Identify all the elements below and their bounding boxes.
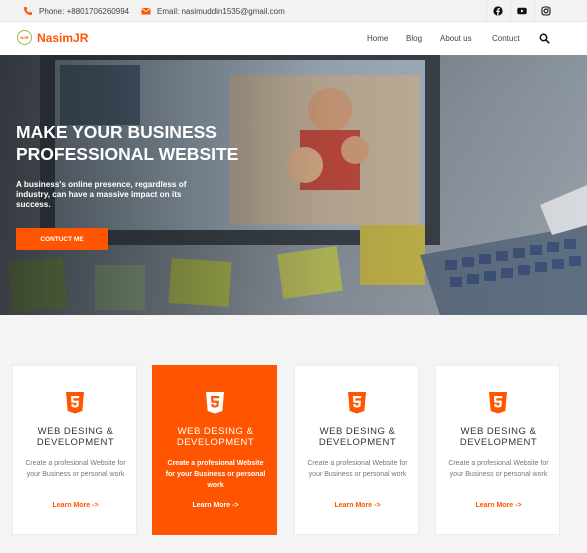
services-section: WEB DESING & DEVELOPMENT Create a profes… xyxy=(0,315,587,553)
facebook-link[interactable] xyxy=(486,0,508,22)
service-card-active[interactable]: WEB DESING & DEVELOPMENT Create a profes… xyxy=(152,365,277,535)
service-card[interactable]: WEB DESING & DEVELOPMENT Create a profes… xyxy=(294,365,419,535)
nav-item-home[interactable]: Home xyxy=(367,22,388,55)
instagram-icon xyxy=(540,6,551,16)
email-text: Email: nasimuddin1535@gmail.com xyxy=(157,6,285,16)
html5-icon xyxy=(66,392,84,414)
service-description: Create a profesional Website for your Bu… xyxy=(165,460,266,489)
html5-icon xyxy=(489,392,507,414)
site-logo[interactable]: NJR NasimJR xyxy=(17,30,88,45)
service-description: Create a profesional Website for your Bu… xyxy=(448,460,549,478)
service-description: Create a profesional Website for your Bu… xyxy=(25,460,126,478)
learn-more-link[interactable]: Learn More -> xyxy=(295,502,420,509)
envelope-icon xyxy=(141,8,151,15)
logo-text: NasimJR xyxy=(37,30,89,45)
hero-title: MAKE YOUR BUSINESS PROFESSIONAL WEBSITE xyxy=(16,122,239,164)
hero-subtitle: A business's online presence, regardless… xyxy=(16,180,187,209)
youtube-link[interactable] xyxy=(510,0,532,22)
top-bar: Phone: +8801706260994 Email: nasimuddin1… xyxy=(0,0,587,22)
nav-item-contact[interactable]: Contuct xyxy=(492,22,520,55)
facebook-icon xyxy=(492,6,503,16)
contact-me-button[interactable]: CONTUCT ME xyxy=(16,228,108,250)
service-card[interactable]: WEB DESING & DEVELOPMENT Create a profes… xyxy=(12,365,137,535)
service-description: Create a profesional Website for your Bu… xyxy=(307,460,408,478)
service-title: WEB DESING & DEVELOPMENT xyxy=(36,426,115,448)
service-title: WEB DESING & DEVELOPMENT xyxy=(176,426,255,448)
email-contact[interactable]: Email: nasimuddin1535@gmail.com xyxy=(141,0,285,22)
html5-icon xyxy=(206,392,224,414)
service-card[interactable]: WEB DESING & DEVELOPMENT Create a profes… xyxy=(435,365,560,535)
service-title: WEB DESING & DEVELOPMENT xyxy=(318,426,397,448)
learn-more-link[interactable]: Learn More -> xyxy=(153,502,278,509)
service-title: WEB DESING & DEVELOPMENT xyxy=(459,426,538,448)
nav-item-blog[interactable]: Blog xyxy=(406,22,422,55)
phone-text: Phone: +8801706260994 xyxy=(39,6,130,16)
search-icon[interactable] xyxy=(539,33,550,44)
html5-icon xyxy=(348,392,366,414)
main-navbar: NJR NasimJR Home Blog About us Contuct xyxy=(0,22,587,55)
phone-contact[interactable]: Phone: +8801706260994 xyxy=(23,0,129,22)
instagram-link[interactable] xyxy=(534,0,556,22)
hero-section: MAKE YOUR BUSINESS PROFESSIONAL WEBSITE … xyxy=(0,55,587,315)
phone-icon xyxy=(24,7,32,15)
logo-badge: NJR xyxy=(17,30,32,45)
youtube-icon xyxy=(516,7,527,15)
nav-item-about[interactable]: About us xyxy=(440,22,472,55)
learn-more-link[interactable]: Learn More -> xyxy=(436,502,561,509)
learn-more-link[interactable]: Learn More -> xyxy=(13,502,138,509)
